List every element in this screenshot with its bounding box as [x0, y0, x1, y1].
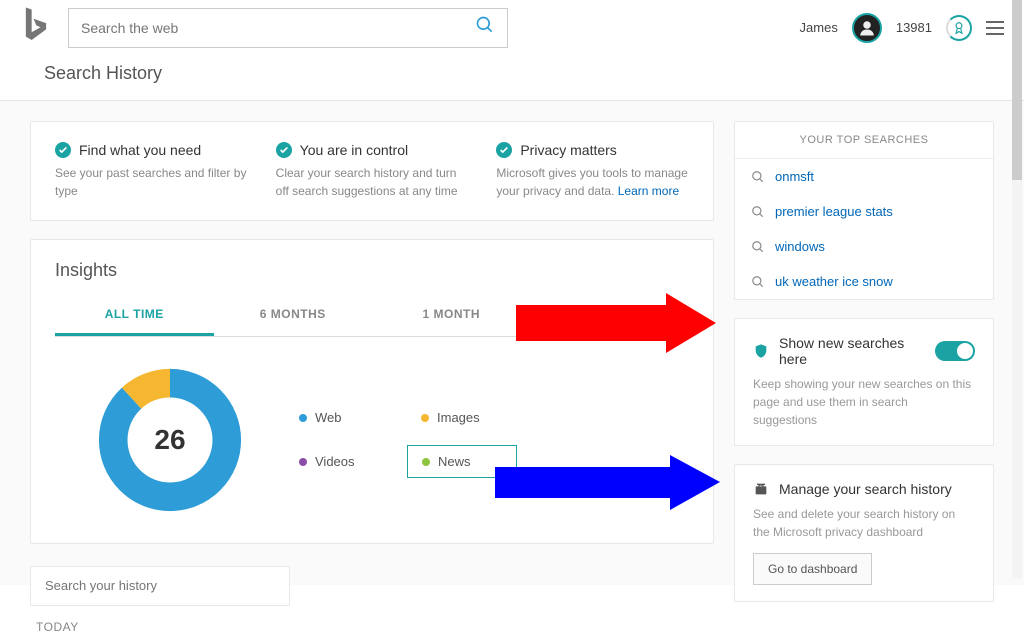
legend: Web Images Videos News	[285, 402, 517, 478]
scrollbar[interactable]	[1012, 0, 1022, 579]
show-new-toggle[interactable]	[935, 341, 975, 361]
right-column: YOUR TOP SEARCHES onmsft premier league …	[734, 121, 994, 565]
tab-1-month[interactable]: 1 MONTH	[372, 295, 531, 336]
legend-images[interactable]: Images	[407, 402, 517, 433]
feature-privacy: Privacy matters Microsoft gives you tool…	[496, 142, 689, 200]
manage-title: Manage your search history	[779, 481, 952, 497]
donut-total: 26	[95, 365, 245, 515]
top-bar: James 13981	[0, 0, 1024, 55]
top-search-item[interactable]: onmsft	[735, 159, 993, 194]
manage-history-card: Manage your search history See and delet…	[734, 464, 994, 602]
legend-web[interactable]: Web	[285, 402, 395, 433]
top-search-item[interactable]: uk weather ice snow	[735, 264, 993, 299]
check-icon	[55, 142, 71, 158]
today-heading: TODAY	[36, 620, 714, 634]
history-search-box	[30, 566, 290, 606]
top-searches-card: YOUR TOP SEARCHES onmsft premier league …	[734, 121, 994, 300]
donut-chart: 26	[95, 365, 245, 515]
features-card: Find what you need See your past searche…	[30, 121, 714, 221]
top-searches-title: YOUR TOP SEARCHES	[735, 122, 993, 159]
top-right: James 13981	[800, 13, 1004, 43]
top-search-item[interactable]: windows	[735, 229, 993, 264]
user-name[interactable]: James	[800, 20, 838, 35]
left-column: Find what you need See your past searche…	[30, 121, 714, 565]
show-new-desc: Keep showing your new searches on this p…	[753, 375, 975, 429]
insights-card: Insights ALL TIME 6 MONTHS 1 MONTH 1 WEE…	[30, 239, 714, 544]
search-input[interactable]	[81, 20, 475, 36]
feature-find: Find what you need See your past searche…	[55, 142, 248, 200]
tab-6-months[interactable]: 6 MONTHS	[214, 295, 373, 336]
history-icon	[753, 481, 769, 497]
show-new-searches-card: Show new searches here Keep showing your…	[734, 318, 994, 446]
insights-title: Insights	[55, 260, 689, 281]
scrollbar-thumb[interactable]	[1012, 0, 1022, 180]
learn-more-link[interactable]: Learn more	[618, 184, 679, 198]
manage-desc: See and delete your search history on th…	[753, 505, 975, 541]
search-box	[68, 8, 508, 48]
legend-videos[interactable]: Videos	[285, 445, 395, 478]
page-title: Search History	[44, 63, 980, 84]
subheader: Search History	[0, 55, 1024, 101]
bing-logo[interactable]	[20, 6, 48, 49]
insights-tabs: ALL TIME 6 MONTHS 1 MONTH 1 WEEK	[55, 295, 689, 337]
menu-icon[interactable]	[986, 21, 1004, 35]
check-icon	[276, 142, 292, 158]
tab-1-week[interactable]: 1 WEEK	[531, 295, 690, 336]
rewards-icon[interactable]	[946, 15, 972, 41]
search-button[interactable]	[475, 15, 495, 40]
rewards-points[interactable]: 13981	[896, 20, 932, 35]
feature-privacy-desc: Microsoft gives you tools to manage your…	[496, 164, 689, 200]
content: Find what you need See your past searche…	[0, 101, 1024, 585]
show-new-title: Show new searches here	[779, 335, 925, 367]
legend-news[interactable]: News	[407, 445, 517, 478]
avatar[interactable]	[852, 13, 882, 43]
top-search-item[interactable]: premier league stats	[735, 194, 993, 229]
check-icon	[496, 142, 512, 158]
shield-icon	[753, 343, 769, 359]
go-to-dashboard-button[interactable]: Go to dashboard	[753, 553, 872, 585]
history-search-input[interactable]	[45, 578, 275, 593]
feature-control: You are in control Clear your search his…	[276, 142, 469, 200]
tab-all-time[interactable]: ALL TIME	[55, 295, 214, 336]
